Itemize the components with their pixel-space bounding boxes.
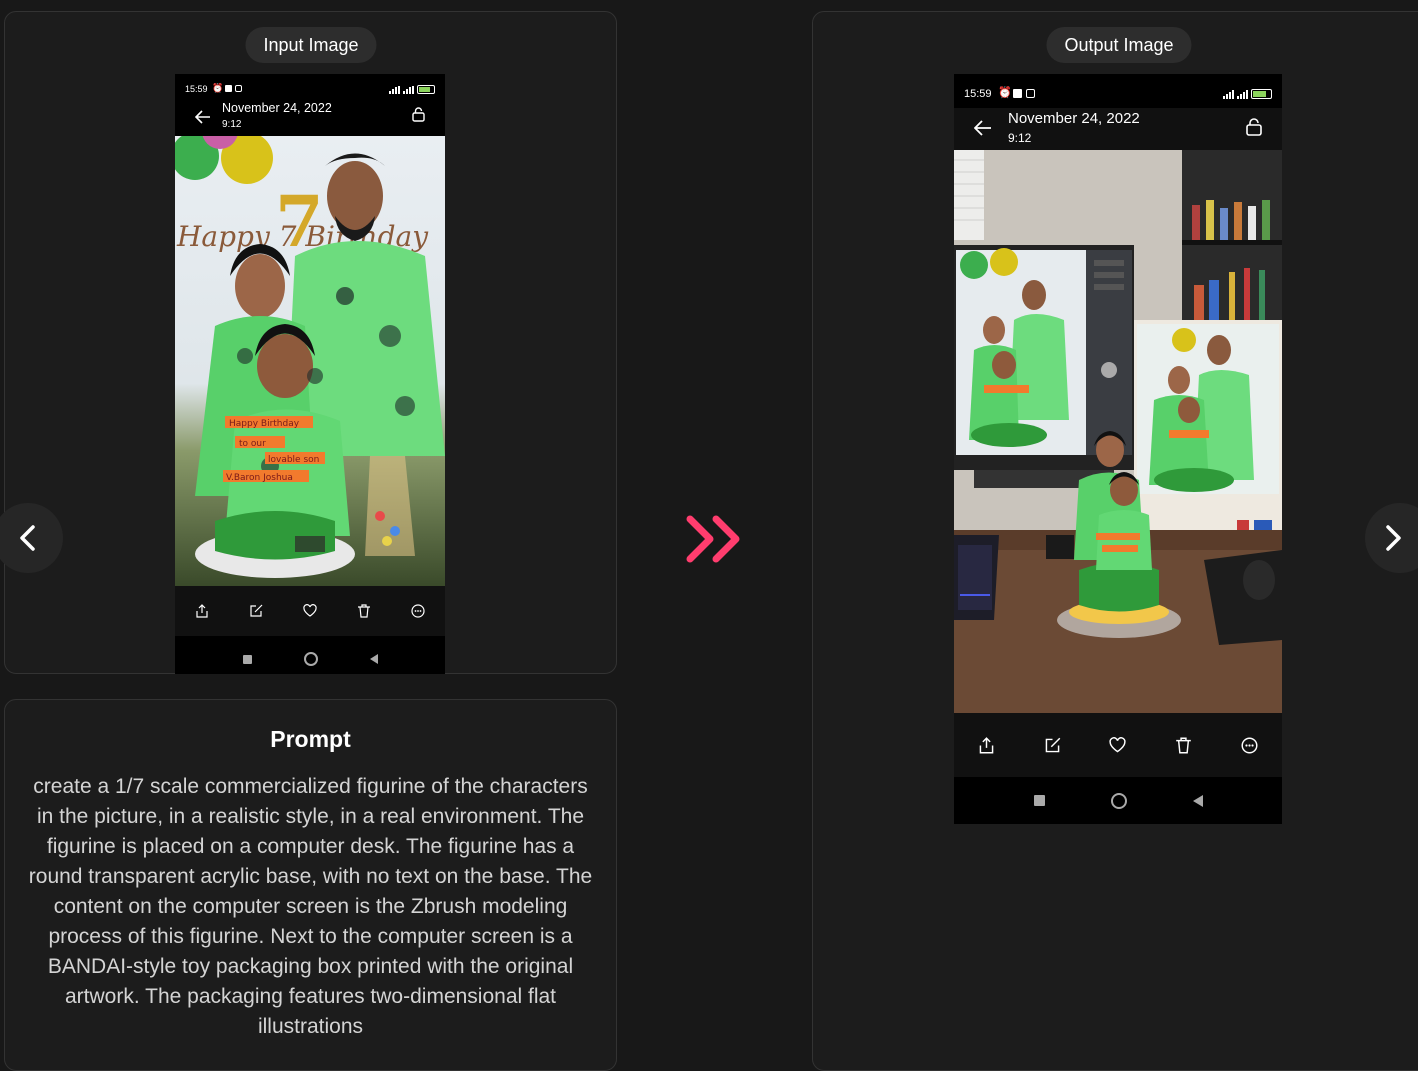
back-arrow-icon[interactable] [974, 120, 992, 136]
input-phone-screenshot: 15:59 ⏰ November 24, 2022 9:12 7 Happy 7… [175, 74, 445, 674]
figurine-illustration [954, 150, 1282, 713]
output-phone-screenshot: 15:59 ⏰ November 24, 2022 9:12 [954, 74, 1282, 824]
signal-icon [389, 86, 400, 94]
cake-line-4: V.Baron Joshua [226, 473, 293, 483]
more-icon[interactable] [1241, 736, 1258, 754]
photo-date: November 24, 2022 [1008, 110, 1140, 127]
heart-icon[interactable] [1109, 736, 1127, 754]
input-image-panel: Input Image 15:59 ⏰ November 24, 2022 9:… [4, 11, 617, 674]
photo-time: 9:12 [222, 119, 242, 130]
cake-line-3: lovable son [268, 455, 319, 465]
square-icon[interactable] [1033, 795, 1045, 806]
photo-header: November 24, 2022 9:12 [175, 100, 445, 136]
input-image-label: Input Image [245, 27, 377, 63]
trash-icon[interactable] [1175, 736, 1192, 754]
alarm-icon: ⏰ [212, 83, 224, 93]
triangle-back-icon[interactable] [369, 654, 378, 664]
output-image-panel: Output Image 15:59 ⏰ November 24, 2022 9… [812, 11, 1418, 1071]
edit-icon[interactable] [1044, 737, 1061, 754]
photo-header: November 24, 2022 9:12 [954, 108, 1282, 150]
back-arrow-icon[interactable] [195, 110, 211, 124]
notification-icon [1013, 89, 1022, 98]
share-icon[interactable] [978, 736, 995, 754]
photo-time: 9:12 [1008, 131, 1032, 145]
prompt-panel: Prompt create a 1/7 scale commercialized… [4, 699, 617, 1071]
signal-icon-2 [403, 86, 414, 94]
photo-date: November 24, 2022 [222, 101, 332, 115]
photo-toolbar [954, 713, 1282, 777]
app-icon [1026, 89, 1035, 98]
edit-icon[interactable] [249, 604, 263, 618]
battery-icon [1251, 89, 1272, 99]
notification-icon [225, 85, 232, 92]
app-icon [235, 85, 242, 92]
more-icon[interactable] [411, 604, 425, 618]
android-nav-bar [954, 777, 1282, 824]
figurine-desk-photo [954, 150, 1282, 713]
cake-line-2: to our [239, 439, 266, 449]
double-chevron-right-icon [686, 515, 740, 563]
trash-icon[interactable] [357, 604, 371, 618]
chevron-left-icon [20, 525, 35, 551]
status-bar: 15:59 ⏰ [954, 74, 1282, 108]
prompt-text: create a 1/7 scale commercialized figuri… [28, 775, 593, 1038]
lock-icon[interactable] [412, 107, 425, 122]
status-icons [389, 85, 435, 94]
signal-icon-2 [1237, 90, 1248, 99]
square-icon[interactable] [242, 654, 252, 664]
status-bar: 15:59 ⏰ [175, 74, 445, 102]
photo-illustration: 7 Happy 7 Birthday Happy Birthday to our… [175, 136, 445, 578]
share-icon[interactable] [195, 604, 209, 618]
signal-icon [1223, 90, 1234, 99]
status-time: 15:59 [185, 84, 208, 94]
family-birthday-photo: 7 Happy 7 Birthday Happy Birthday to our… [175, 136, 445, 586]
prompt-title: Prompt [270, 726, 351, 752]
circle-icon[interactable] [303, 652, 318, 666]
output-image-label: Output Image [1046, 27, 1192, 63]
photo-toolbar [175, 586, 445, 636]
heart-icon[interactable] [303, 604, 317, 618]
status-icons [1223, 89, 1272, 99]
chevron-right-icon [1386, 525, 1401, 551]
status-time: 15:59 [964, 88, 992, 100]
triangle-back-icon[interactable] [1192, 794, 1203, 807]
cake-line-1: Happy Birthday [229, 419, 300, 429]
lock-icon[interactable] [1246, 118, 1262, 136]
circle-icon[interactable] [1110, 792, 1127, 809]
android-nav-bar [175, 644, 445, 674]
alarm-icon: ⏰ [998, 87, 1012, 99]
battery-icon [417, 85, 435, 94]
